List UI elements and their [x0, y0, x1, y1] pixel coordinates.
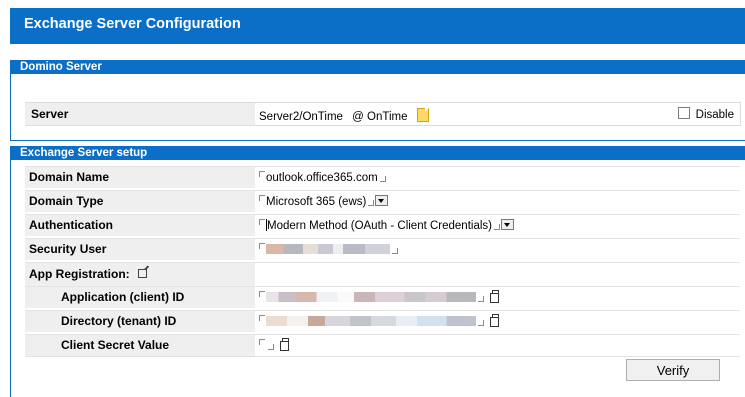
server-value: Server2/OnTime @ OnTime [259, 108, 429, 123]
disable-option[interactable]: Disable [677, 107, 734, 121]
app-registration-heading: App Registration: [25, 263, 255, 286]
domain-name-label: Domain Name [25, 167, 255, 188]
app-id-field[interactable] [259, 290, 499, 304]
server-row: Server Server2/OnTime @ OnTime Disable [25, 102, 741, 126]
app-id-label: Application (client) ID [25, 287, 255, 308]
authentication-label: Authentication [25, 215, 255, 236]
field-end-marker [392, 248, 398, 254]
app-id-row: Application (client) ID [25, 286, 740, 308]
client-secret-label: Client Secret Value [25, 335, 255, 356]
server-name: Server2/OnTime [259, 111, 343, 123]
note-icon[interactable] [416, 108, 429, 122]
security-user-field[interactable] [259, 243, 398, 256]
domino-section-header: Domino Server [10, 60, 745, 74]
domain-type-value: Microsoft 365 (ews) [266, 196, 367, 208]
security-user-row: Security User [25, 238, 740, 260]
client-secret-field[interactable] [259, 338, 289, 352]
tenant-id-field[interactable] [259, 314, 499, 328]
field-start-marker [259, 339, 265, 345]
domino-section-body: Server Server2/OnTime @ OnTime Disable [10, 74, 745, 141]
field-end-marker [379, 176, 386, 182]
domino-server-section: Domino Server Server Server2/OnTime @ On… [10, 60, 745, 141]
domain-name-field[interactable]: outlook.office365.com [259, 171, 386, 184]
redacted-value [266, 292, 476, 302]
authentication-row: Authentication Modern Method (OAuth - Cl… [25, 214, 740, 236]
redacted-value [266, 316, 476, 326]
copy-icon[interactable] [490, 290, 499, 303]
authentication-field[interactable]: Modern Method (OAuth - Client Credential… [259, 219, 514, 232]
client-secret-row: Client Secret Value [25, 334, 740, 357]
domain-type-label: Domain Type [25, 191, 255, 212]
field-end-marker [368, 200, 375, 206]
domain-name-row: Domain Name outlook.office365.com [25, 166, 740, 188]
app-registration-label: App Registration: [29, 267, 130, 281]
field-start-marker [259, 243, 265, 249]
verify-button[interactable]: Verify [626, 359, 720, 381]
dropdown-arrow-icon[interactable] [501, 219, 514, 230]
authentication-value: Modern Method (OAuth - Client Credential… [267, 220, 492, 232]
field-end-marker [268, 344, 274, 350]
field-start-marker [259, 315, 265, 321]
domain-type-row: Domain Type Microsoft 365 (ews) [25, 190, 740, 212]
copy-icon[interactable] [280, 338, 289, 351]
field-start-marker [259, 195, 265, 201]
field-end-marker [494, 224, 500, 230]
tenant-id-row: Directory (tenant) ID [25, 310, 740, 332]
server-domain: @ OnTime [352, 111, 408, 123]
server-label: Server [25, 103, 255, 125]
dropdown-arrow-icon[interactable] [375, 195, 389, 206]
tenant-id-label: Directory (tenant) ID [25, 311, 255, 332]
security-user-label: Security User [25, 239, 255, 260]
field-start-marker [259, 219, 265, 225]
disable-checkbox[interactable] [677, 107, 690, 119]
domain-name-value: outlook.office365.com [266, 172, 378, 184]
field-start-marker [259, 171, 265, 177]
page-title-bar: Exchange Server Configuration [10, 8, 745, 44]
exchange-section-header: Exchange Server setup [10, 146, 745, 160]
field-end-marker [478, 320, 484, 326]
disable-label: Disable [695, 109, 734, 121]
redacted-value [266, 244, 390, 254]
app-registration-row: App Registration: [25, 262, 740, 286]
domain-type-field[interactable]: Microsoft 365 (ews) [259, 195, 389, 208]
external-link-icon[interactable] [137, 269, 147, 278]
field-end-marker [478, 296, 484, 302]
copy-icon[interactable] [490, 314, 499, 327]
page-title: Exchange Server Configuration [24, 16, 241, 32]
field-start-marker [259, 291, 265, 297]
